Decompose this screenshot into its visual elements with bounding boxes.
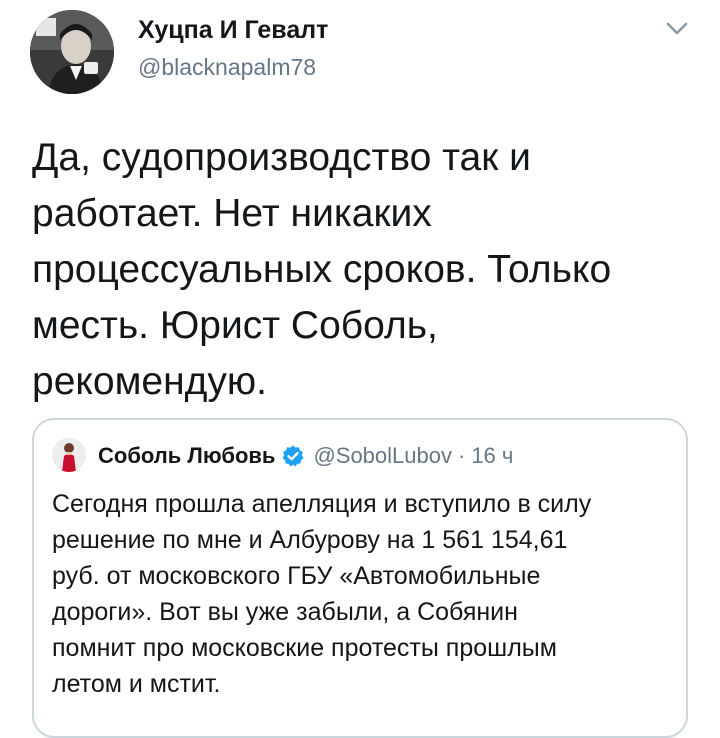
quoted-tweet[interactable]: Соболь Любовь @SobolLubov · 16 ч Сегодня…: [32, 418, 688, 738]
quoted-author-avatar[interactable]: [52, 438, 86, 472]
tweet-text: Да, судопроизводство так и работает. Нет…: [32, 136, 612, 403]
quoted-tweet-text: Сегодня прошла апелляция и вступило в си…: [52, 490, 592, 698]
quoted-author-handle[interactable]: @SobolLubov: [313, 443, 452, 469]
chevron-down-icon[interactable]: [660, 16, 694, 42]
avatar-photo-icon: [30, 10, 114, 94]
separator-dot: ·: [457, 443, 466, 468]
quoted-timestamp[interactable]: 16 ч: [471, 443, 513, 469]
author-avatar[interactable]: [30, 10, 114, 94]
author-handle[interactable]: @blacknapalm78: [138, 54, 316, 81]
quoted-header: Соболь Любовь @SobolLubov · 16 ч: [98, 440, 513, 472]
author-name[interactable]: Хуцпа И Гевалт: [138, 16, 328, 45]
quoted-avatar-photo-icon: [52, 438, 86, 472]
tweet-card: Хуцпа И Гевалт @blacknapalm78 Да, судопр…: [0, 0, 720, 738]
quoted-author-name[interactable]: Соболь Любовь: [98, 443, 275, 469]
verified-badge-icon: [281, 444, 305, 468]
